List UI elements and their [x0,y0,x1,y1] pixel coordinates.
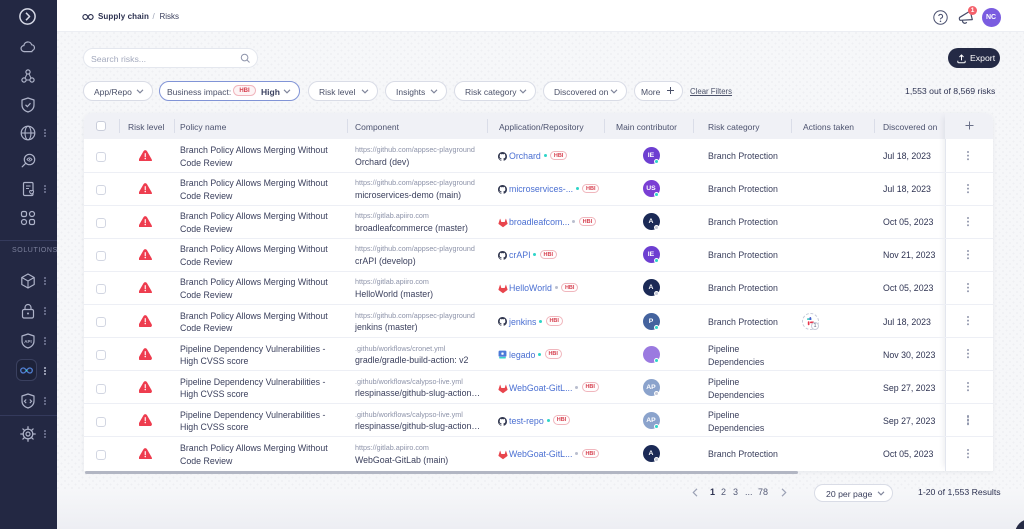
svg-text:API: API [24,339,32,344]
